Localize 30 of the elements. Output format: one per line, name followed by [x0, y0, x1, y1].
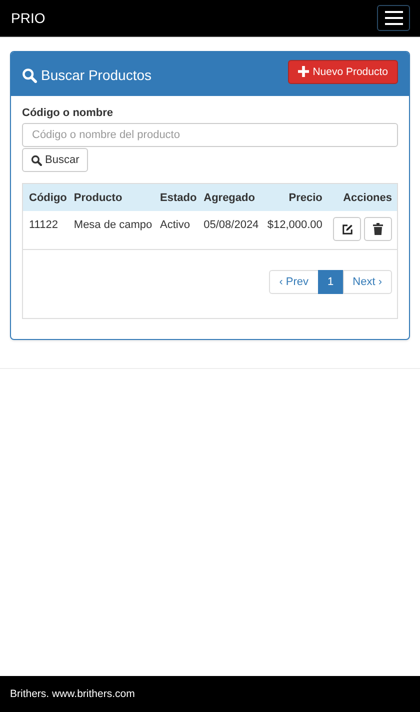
column-header: Producto	[70, 184, 158, 211]
footer-text: Brithers. www.brithers.com	[10, 688, 135, 700]
search-field[interactable]: Código o nombre del producto	[22, 123, 398, 147]
pagination-link[interactable]: 1	[318, 270, 344, 294]
column-header: Agregado	[200, 184, 264, 211]
plus-icon	[298, 66, 309, 77]
pagination-link[interactable]: Next ›	[342, 270, 392, 294]
edit-icon	[342, 224, 352, 234]
field-label: Código o nombre	[22, 107, 114, 119]
panel-title: Buscar Productos	[22, 65, 152, 83]
search-icon	[31, 154, 42, 166]
new-product-button[interactable]: Nuevo Producto	[288, 60, 398, 84]
menu-button[interactable]	[377, 5, 410, 31]
edit-button[interactable]	[333, 217, 361, 241]
table-cell: 11122	[23, 211, 71, 250]
search-button[interactable]: Buscar	[22, 148, 88, 172]
table-cell: Mesa de campo	[70, 211, 158, 250]
trash-icon	[373, 223, 383, 235]
table-cell: Activo	[157, 211, 201, 250]
table-cell: 05/08/2024	[200, 211, 264, 250]
column-header: Estado	[157, 184, 201, 211]
pagination-link[interactable]: ‹ Prev	[269, 270, 319, 294]
delete-button[interactable]	[364, 217, 392, 241]
column-header: Acciones	[325, 184, 397, 211]
column-header: Código	[23, 184, 71, 211]
table-cell: $12,000.00	[263, 211, 326, 250]
search-icon	[22, 68, 37, 82]
column-header: Precio	[263, 184, 326, 211]
brand-link[interactable]: PRIO	[11, 10, 46, 26]
menu-icon	[384, 11, 402, 25]
